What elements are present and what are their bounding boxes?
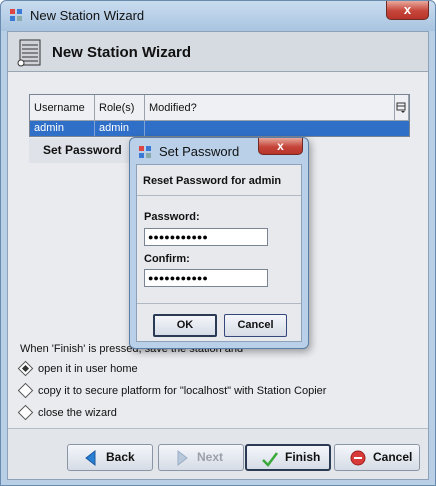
password-label: Password: [144, 211, 200, 223]
password-field[interactable]: ●●●●●●●●●●● [144, 228, 268, 246]
set-password-button[interactable]: Set Password [29, 138, 139, 163]
dialog-title: Set Password [159, 144, 240, 159]
next-button[interactable]: Next [158, 444, 244, 471]
server-rack-icon [17, 39, 41, 67]
radio-label: open it in user home [38, 363, 138, 375]
radio-label: copy it to secure platform for "localhos… [38, 385, 327, 397]
dialog-cancel-button[interactable]: Cancel [224, 314, 287, 337]
table-row[interactable]: admin admin [30, 121, 409, 136]
wizard-window: New Station Wizard x New Station Wizard … [0, 0, 436, 486]
title-bar[interactable]: New Station Wizard x [1, 1, 435, 31]
cell-modified [145, 121, 409, 136]
cell-username: admin [30, 121, 95, 136]
column-header-modified[interactable]: Modified? [145, 95, 395, 121]
confirm-field[interactable]: ●●●●●●●●●●● [144, 269, 268, 287]
column-chooser-icon [396, 102, 406, 113]
finish-button[interactable]: Finish [245, 444, 331, 471]
radio-unselected-icon [17, 382, 34, 399]
back-arrow-icon [85, 450, 96, 466]
checkmark-icon [262, 452, 278, 467]
divider [137, 303, 301, 304]
page-title: New Station Wizard [52, 44, 192, 61]
next-arrow-icon [177, 450, 188, 466]
column-header-username[interactable]: Username [30, 95, 95, 121]
finish-label: Finish [285, 450, 321, 464]
column-header-roles[interactable]: Role(s) [95, 95, 145, 121]
dialog-body: Reset Password for admin Password: ●●●●●… [136, 164, 302, 342]
window-title: New Station Wizard [30, 8, 145, 23]
next-label: Next [197, 450, 224, 464]
dialog-app-icon [139, 146, 151, 158]
back-label: Back [106, 450, 135, 464]
ok-button[interactable]: OK [153, 314, 217, 337]
confirm-label: Confirm: [144, 253, 190, 265]
app-icon [10, 9, 22, 21]
column-chooser-button[interactable] [395, 95, 409, 121]
radio-unselected-icon [17, 404, 34, 421]
cancel-button[interactable]: Cancel [334, 444, 420, 471]
close-button[interactable]: x [386, 1, 429, 20]
cancel-label: Cancel [373, 450, 413, 464]
cancel-icon [350, 450, 366, 466]
dialog-heading: Reset Password for admin [143, 175, 282, 187]
wizard-footer: Back Next Finish Cancel [8, 428, 428, 479]
radio-label: close the wizard [38, 407, 117, 419]
dialog-close-button[interactable]: x [258, 138, 303, 155]
wizard-header: New Station Wizard [8, 32, 428, 72]
set-password-dialog: Set Password x Reset Password for admin … [129, 137, 309, 349]
close-icon: x [277, 139, 284, 153]
divider [137, 195, 301, 196]
back-button[interactable]: Back [67, 444, 153, 471]
radio-selected-icon [17, 360, 34, 377]
cell-roles: admin [95, 121, 145, 136]
user-table: Username Role(s) Modified? admin admin [29, 94, 410, 137]
close-icon: x [403, 2, 412, 17]
